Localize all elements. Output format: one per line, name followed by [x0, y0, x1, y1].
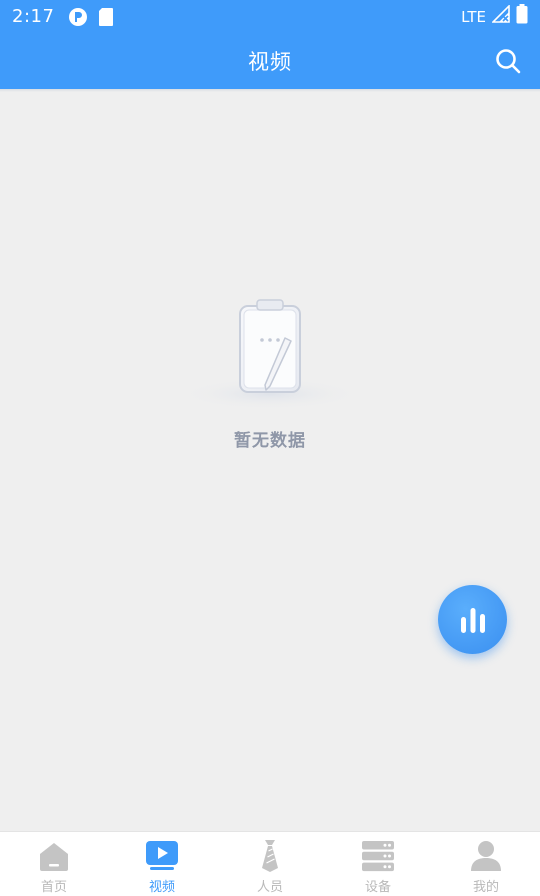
search-icon — [496, 49, 521, 74]
nav-label-mine: 我的 — [472, 880, 499, 895]
battery-icon — [516, 4, 528, 29]
title-bar: 视频 — [0, 33, 540, 89]
empty-state: 暂无数据 — [0, 290, 540, 451]
user-icon — [469, 839, 503, 873]
nav-item-home[interactable]: 首页 — [0, 832, 108, 896]
nav-label-video: 视频 — [148, 880, 175, 895]
bar-chart-icon — [460, 607, 485, 633]
notification-app-icon — [68, 7, 88, 27]
network-type: LTE — [461, 7, 486, 26]
status-right: LTE — [461, 4, 528, 29]
empty-state-text: 暂无数据 — [234, 431, 306, 451]
sd-card-icon — [98, 7, 114, 27]
nav-item-mine[interactable]: 我的 — [432, 832, 540, 896]
status-bar: 2:17 LTE — [0, 0, 540, 33]
search-button[interactable] — [494, 47, 522, 75]
statistics-fab-button[interactable] — [438, 585, 507, 654]
nav-item-device[interactable]: 设备 — [324, 832, 432, 896]
status-time: 2:17 — [12, 6, 55, 27]
video-icon — [145, 839, 179, 873]
nav-label-home: 首页 — [40, 880, 67, 895]
signal-icon — [491, 4, 510, 28]
nav-item-video[interactable]: 视频 — [108, 832, 216, 896]
server-icon — [361, 839, 395, 873]
nav-label-device: 设备 — [364, 880, 391, 895]
bottom-nav: 首页 视频 人员 设备 我的 — [0, 831, 540, 896]
home-icon — [37, 839, 71, 873]
nav-item-personnel[interactable]: 人员 — [216, 832, 324, 896]
header-shadow — [0, 89, 540, 92]
person-tie-icon — [253, 839, 287, 873]
nav-label-personnel: 人员 — [256, 880, 283, 895]
page-title: 视频 — [248, 50, 292, 74]
clipboard-icon — [178, 299, 362, 410]
app-header: 2:17 LTE 视频 — [0, 0, 540, 89]
